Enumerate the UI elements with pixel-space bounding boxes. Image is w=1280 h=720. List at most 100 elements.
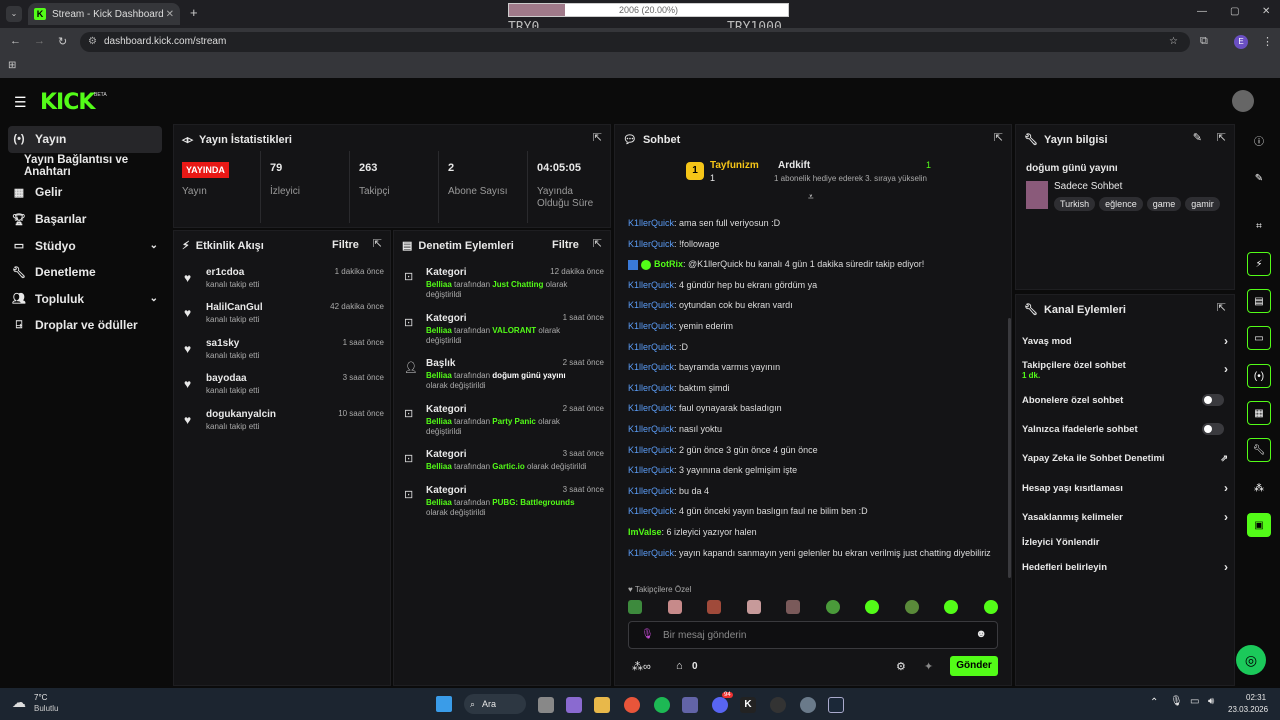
settings-gear-icon[interactable]: ⚙: [896, 660, 906, 673]
new-tab-button[interactable]: +: [190, 5, 198, 20]
copilot-icon[interactable]: [566, 697, 582, 713]
chat-username[interactable]: K1llerQuick: [628, 321, 674, 331]
emote[interactable]: [707, 600, 722, 614]
sidebar-item-topluluk[interactable]: 👥︎ Topluluk ⌄: [0, 286, 170, 313]
redirect-row[interactable]: İzleyici Yönlendir: [1022, 537, 1228, 548]
chat-collapse-icon[interactable]: ⩡: [808, 192, 814, 203]
chat-username[interactable]: K1llerQuick: [628, 424, 674, 434]
event-user[interactable]: HalilCanGul: [206, 302, 263, 313]
chat-username[interactable]: K1llerQuick: [628, 486, 674, 496]
popout-icon[interactable]: ⇱: [1217, 131, 1226, 144]
wrench-icon[interactable]: 🔧︎: [1247, 438, 1271, 462]
network-icon[interactable]: ▭: [1190, 696, 1199, 707]
mod-user[interactable]: Belliaa: [426, 326, 452, 335]
reload-icon[interactable]: ↻: [58, 35, 67, 48]
send-button[interactable]: Gönder: [950, 656, 998, 676]
address-bar[interactable]: ⚙ dashboard.kick.com/stream ☆: [80, 32, 1190, 52]
age-limit-row[interactable]: Hesap yaşı kısıtlaması ›: [1022, 481, 1228, 495]
sidebar-item-droplar[interactable]: ⍈ Droplar ve ödüller: [0, 312, 170, 339]
profile-avatar[interactable]: E: [1234, 35, 1248, 49]
stack-icon[interactable]: ▦: [1247, 401, 1271, 425]
mod-filter-button[interactable]: Filtre: [552, 239, 579, 251]
chat-username[interactable]: ImValse: [628, 527, 662, 537]
sidebar-item-gelir[interactable]: ▦ Gelir: [0, 179, 170, 206]
capture-icon[interactable]: ⌗: [1247, 214, 1271, 238]
tag[interactable]: eğlence: [1099, 197, 1143, 211]
banned-words-row[interactable]: Yasaklanmış kelimeler ›: [1022, 510, 1228, 524]
file-explorer-icon[interactable]: [594, 697, 610, 713]
emote[interactable]: [746, 600, 761, 614]
emote[interactable]: [667, 600, 682, 614]
emote[interactable]: [983, 600, 998, 614]
chat-username[interactable]: K1llerQuick: [628, 548, 674, 558]
emote[interactable]: [786, 600, 801, 614]
kick-app-icon[interactable]: K: [740, 697, 756, 713]
store-icon[interactable]: ⌂: [676, 660, 683, 672]
extensions-icon[interactable]: ⧉: [1200, 35, 1208, 48]
gifter2-name[interactable]: Ardkift: [778, 160, 810, 171]
event-user[interactable]: dogukanyalcin: [206, 409, 276, 420]
chat-input-box[interactable]: 🎙︎ Bir mesaj gönderin ☻: [628, 621, 998, 649]
popout-icon[interactable]: ⇱: [373, 237, 382, 250]
popout-icon[interactable]: ⇱: [994, 131, 1003, 144]
kick-logo[interactable]: KICK: [40, 90, 95, 115]
lightning-icon[interactable]: ⚡︎: [1247, 252, 1271, 276]
chat-username[interactable]: K1llerQuick: [628, 465, 674, 475]
emote[interactable]: [825, 600, 840, 614]
chat-username[interactable]: K1llerQuick: [628, 403, 674, 413]
emoji-icon[interactable]: ☻: [975, 628, 987, 640]
tag[interactable]: Turkish: [1054, 197, 1096, 211]
app-icon[interactable]: ▣: [1247, 513, 1271, 537]
subs-chat-toggle[interactable]: [1202, 394, 1224, 406]
chrome-icon[interactable]: [624, 697, 640, 713]
bookmark-star-icon[interactable]: ☆: [1169, 32, 1178, 52]
windows-start-icon[interactable]: [436, 696, 452, 712]
forward-icon[interactable]: →: [34, 35, 45, 47]
chat-username[interactable]: K1llerQuick: [628, 362, 674, 372]
hamburger-menu-icon[interactable]: ☰: [14, 94, 27, 111]
chat-icon[interactable]: ▭: [1247, 326, 1271, 350]
steam-icon[interactable]: [828, 697, 844, 713]
document-icon[interactable]: ▤: [1247, 289, 1271, 313]
followers-chat-row[interactable]: Takipçilere özel sohbet 1 dk. ›: [1022, 360, 1228, 380]
sidebar-item-stream-key[interactable]: Yayın Bağlantısı ve Anahtarı: [0, 153, 170, 180]
event-user[interactable]: er1cdoa: [206, 267, 244, 278]
emote[interactable]: [904, 600, 919, 614]
info-icon[interactable]: ⓘ: [1247, 128, 1271, 152]
chat-username[interactable]: K1llerQuick: [628, 383, 674, 393]
edit-icon[interactable]: ✎: [1247, 166, 1271, 190]
help-chat-button[interactable]: ◎: [1236, 645, 1266, 675]
chevron-down-icon[interactable]: ⌄: [150, 293, 158, 304]
mod-user[interactable]: Belliaa: [426, 280, 452, 289]
chevron-down-icon[interactable]: ⌄: [150, 240, 158, 251]
gifter1-name[interactable]: Tayfunizm: [710, 160, 759, 171]
popout-icon[interactable]: ⇱: [593, 237, 602, 250]
browser-menu-icon[interactable]: ⋮: [1262, 35, 1273, 48]
chat-username[interactable]: K1llerQuick: [628, 218, 674, 228]
sidebar-item-yayin[interactable]: (•) Yayın: [8, 126, 162, 153]
edit-pencil-icon[interactable]: ✎: [1193, 131, 1202, 144]
teams-icon[interactable]: [682, 697, 698, 713]
event-user[interactable]: bayodaa: [206, 373, 247, 384]
emote[interactable]: [865, 600, 880, 614]
spotify-icon[interactable]: [654, 697, 670, 713]
obs-icon[interactable]: [770, 697, 786, 713]
events-filter-button[interactable]: Filtre: [332, 239, 359, 251]
tag[interactable]: gamir: [1185, 197, 1220, 211]
emote[interactable]: [628, 600, 642, 614]
mod-user[interactable]: Belliaa: [426, 371, 452, 380]
settings-app-icon[interactable]: [800, 697, 816, 713]
points-icon[interactable]: ⁂: [1247, 476, 1271, 500]
mod-badge-icon[interactable]: ✦: [924, 660, 933, 673]
close-tab-icon[interactable]: ✕: [166, 9, 174, 20]
tray-chevron-icon[interactable]: ⌃: [1150, 697, 1158, 708]
chat-scrollbar[interactable]: [1008, 318, 1011, 578]
goals-row[interactable]: Hedefleri belirleyin ›: [1022, 560, 1228, 574]
sidebar-item-basarilar[interactable]: 🏆︎ Başarılar: [0, 206, 170, 233]
volume-icon[interactable]: 🔊︎: [1208, 696, 1214, 707]
slow-mode-row[interactable]: Yavaş mod ›: [1022, 334, 1228, 348]
category-name[interactable]: Sadece Sohbet: [1054, 181, 1122, 192]
user-avatar[interactable]: [1232, 90, 1254, 112]
browser-tab[interactable]: K Stream - Kick Dashboard ✕: [28, 3, 180, 25]
mic-icon[interactable]: 🎙︎: [641, 629, 654, 640]
